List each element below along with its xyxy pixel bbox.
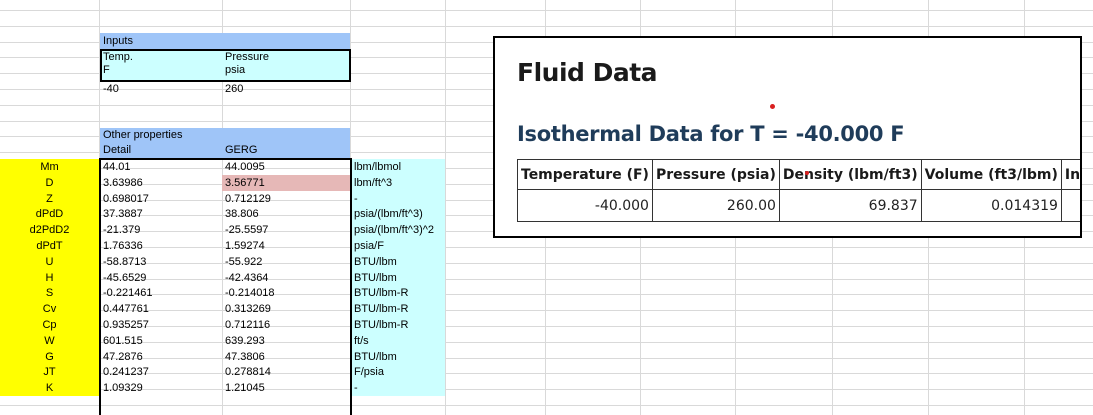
property-label-cell[interactable]: Cv [0, 301, 99, 317]
property-label-cell[interactable]: dPdT [0, 238, 99, 254]
property-label-cell[interactable]: D [0, 175, 99, 191]
red-marker-dot [805, 171, 809, 175]
property-label-cell[interactable]: d2PdD2 [0, 222, 99, 238]
unit-cell[interactable]: BTU/lbm [351, 254, 445, 270]
cell-temperature: -40.000 [517, 189, 653, 222]
unit-cell[interactable]: psia/F [351, 238, 445, 254]
unit-cell[interactable]: BTU/lbm-R [351, 317, 445, 333]
unit-cell[interactable]: BTU/lbm-R [351, 301, 445, 317]
col-temperature: Temperature (F) [517, 159, 653, 190]
property-label-cell[interactable]: W [0, 333, 99, 349]
cell-pressure: 260.00 [651, 189, 780, 222]
unit-cell[interactable]: psia/(lbm/ft^3)^2 [351, 222, 445, 238]
grid-row-line [0, 10, 1093, 11]
cell-density: 69.837 [778, 189, 922, 222]
unit-cell[interactable]: ft/s [351, 333, 445, 349]
grid-column-line [445, 0, 446, 415]
detail-column-header[interactable]: Detail [100, 142, 222, 159]
property-label-cell[interactable]: Mm [0, 159, 99, 175]
gerg-column-header[interactable]: GERG [222, 142, 350, 159]
red-marker-dot [770, 104, 775, 109]
property-label-cell[interactable]: dPdD [0, 206, 99, 222]
property-label-cell[interactable]: S [0, 285, 99, 301]
panel-subtitle: Isothermal Data for T = -40.000 F [517, 122, 905, 146]
property-label-cell[interactable]: Z [0, 191, 99, 207]
unit-cell[interactable]: BTU/lbm-R [351, 285, 445, 301]
table-header-row: Temperature (F) Pressure (psia) Density … [517, 159, 1080, 190]
unit-cell[interactable]: psia/(lbm/ft^3) [351, 206, 445, 222]
property-label-cell[interactable]: U [0, 254, 99, 270]
cell-internal [1060, 189, 1080, 222]
table-row: -40.000 260.00 69.837 0.014319 [517, 189, 1080, 222]
property-label-cell[interactable]: H [0, 270, 99, 286]
temp-value-cell[interactable]: -40 [100, 81, 222, 98]
pressure-value-cell[interactable]: 260 [222, 81, 350, 98]
grid-row-line [0, 26, 1093, 27]
cell-volume: 0.014319 [920, 189, 1062, 222]
property-label-cell[interactable]: JT [0, 364, 99, 380]
unit-cell[interactable]: lbm/ft^3 [351, 175, 445, 191]
property-label-cell[interactable]: G [0, 349, 99, 365]
unit-cell[interactable]: - [351, 380, 445, 396]
col-internal: Inte [1060, 159, 1080, 190]
unit-cell[interactable]: lbm/lbmol [351, 159, 445, 175]
unit-cell[interactable]: - [351, 191, 445, 207]
panel-title: Fluid Data [517, 58, 658, 87]
col-pressure: Pressure (psia) [651, 159, 780, 190]
fluid-data-panel: Fluid Data Isothermal Data for T = -40.0… [493, 36, 1082, 238]
property-label-cell[interactable]: K [0, 380, 99, 396]
property-label-cell[interactable]: Cp [0, 317, 99, 333]
unit-cell[interactable]: BTU/lbm [351, 349, 445, 365]
properties-border [99, 158, 352, 415]
inputs-header[interactable]: Inputs [100, 33, 350, 50]
unit-cell[interactable]: F/psia [351, 364, 445, 380]
inputs-border [100, 49, 351, 82]
col-density: Density (lbm/ft3) [778, 159, 922, 190]
fluid-data-table: Temperature (F) Pressure (psia) Density … [517, 159, 1080, 222]
col-volume: Volume (ft3/lbm) [920, 159, 1062, 190]
unit-cell[interactable]: BTU/lbm [351, 270, 445, 286]
